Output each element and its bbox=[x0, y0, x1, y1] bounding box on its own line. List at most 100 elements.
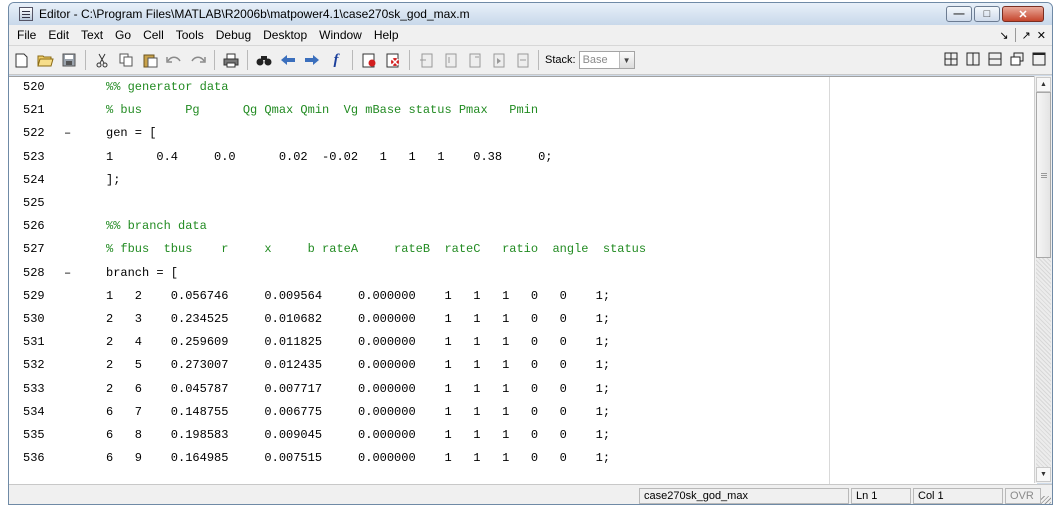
code-line[interactable]: 526 %% branch data bbox=[9, 217, 1029, 236]
code-comment: %% branch data bbox=[106, 219, 207, 234]
print-icon[interactable] bbox=[221, 50, 241, 70]
scroll-thumb[interactable] bbox=[1036, 92, 1051, 258]
menu-debug[interactable]: Debug bbox=[210, 25, 257, 45]
code-text: ]; bbox=[106, 172, 121, 187]
clear-breakpoint-icon[interactable] bbox=[383, 50, 403, 70]
dock-arrow-icon[interactable]: ↘ bbox=[999, 29, 1008, 42]
maximize-document-icon[interactable] bbox=[1030, 50, 1048, 68]
scroll-down-icon[interactable]: ▼ bbox=[1036, 467, 1051, 482]
cut-icon[interactable] bbox=[92, 50, 112, 70]
code-text: gen = [ bbox=[106, 126, 157, 141]
chevron-down-icon[interactable]: ▼ bbox=[618, 52, 634, 68]
menu-text[interactable]: Text bbox=[75, 25, 109, 45]
tile-vertical-icon[interactable] bbox=[964, 50, 982, 68]
code-line[interactable]: 521 % bus Pg Qg Qmax Qmin Vg mBase status… bbox=[9, 101, 1029, 120]
function-glyph: f bbox=[333, 51, 339, 68]
breakpoint-dash[interactable]: – bbox=[64, 264, 76, 283]
menu-tools[interactable]: Tools bbox=[170, 25, 210, 45]
code-line[interactable]: 528 – branch = [ bbox=[9, 264, 1029, 283]
code-line[interactable]: 524]; bbox=[9, 171, 1029, 190]
code-line[interactable]: 536 6 9 0.164985 0.007515 0.000000 1 1 1 … bbox=[9, 449, 1029, 468]
redo-icon[interactable] bbox=[188, 50, 208, 70]
code-line[interactable]: 535 6 8 0.198583 0.009045 0.000000 1 1 1 … bbox=[9, 426, 1029, 445]
code-line[interactable]: 530 2 3 0.234525 0.010682 0.000000 1 1 1 … bbox=[9, 310, 1029, 329]
toolbar-separator bbox=[409, 50, 410, 70]
menu-window[interactable]: Window bbox=[313, 25, 368, 45]
menu-cell[interactable]: Cell bbox=[137, 25, 170, 45]
find-icon[interactable] bbox=[254, 50, 274, 70]
step-icon[interactable] bbox=[416, 50, 436, 70]
menu-edit[interactable]: Edit bbox=[42, 25, 75, 45]
paste-icon[interactable] bbox=[140, 50, 160, 70]
code-text: 2 5 0.273007 0.012435 0.000000 1 1 1 0 0… bbox=[106, 358, 611, 373]
undo-icon[interactable] bbox=[164, 50, 184, 70]
minimize-button[interactable]: — bbox=[946, 6, 972, 22]
line-number: 523 bbox=[23, 149, 45, 164]
layout-buttons bbox=[942, 50, 1048, 68]
code-text: 1 2 0.056746 0.009564 0.000000 1 1 1 0 0… bbox=[106, 288, 611, 303]
scroll-up-icon[interactable]: ▲ bbox=[1036, 77, 1051, 92]
code-text: 6 8 0.198583 0.009045 0.000000 1 1 1 0 0… bbox=[106, 428, 611, 442]
code-line[interactable]: 520 %% generator data bbox=[9, 78, 1029, 97]
menu-help[interactable]: Help bbox=[368, 25, 405, 45]
code-line[interactable]: 523 1 0.4 0.0 0.02 -0.02 1 1 1 0.38 0; bbox=[9, 148, 1029, 167]
code-text: 6 9 0.164985 0.007515 0.000000 1 1 1 0 0… bbox=[106, 451, 611, 466]
menu-close-icon[interactable]: ✕ bbox=[1037, 29, 1046, 42]
resize-grip[interactable] bbox=[1041, 496, 1051, 504]
maximize-icon: □ bbox=[983, 8, 991, 20]
code-editor[interactable]: 520 %% generator data 521 % bus Pg Qg Qmax … bbox=[9, 76, 1037, 484]
line-number: 532 bbox=[23, 358, 45, 373]
code-line[interactable]: 527 % fbus tbus r x b rateA rateB rateC r… bbox=[9, 240, 1029, 259]
toolbar: f Stack: Base ▼ bbox=[9, 46, 1052, 75]
undock-icon[interactable]: ↗ bbox=[1022, 29, 1031, 42]
stack-select[interactable]: Base ▼ bbox=[578, 51, 635, 69]
continue-icon[interactable] bbox=[488, 50, 508, 70]
open-folder-icon[interactable] bbox=[35, 50, 55, 70]
toolbar-separator bbox=[85, 50, 86, 70]
code-line[interactable]: 531 2 4 0.259609 0.011825 0.000000 1 1 1 … bbox=[9, 333, 1029, 352]
line-number: 524 bbox=[23, 172, 45, 187]
step-out-icon[interactable] bbox=[464, 50, 484, 70]
line-number: 527 bbox=[23, 242, 45, 257]
line-number: 535 bbox=[23, 428, 45, 442]
menu-file[interactable]: File bbox=[9, 25, 42, 45]
stack-label: Stack: bbox=[545, 54, 576, 66]
code-line[interactable]: 522 – gen = [ bbox=[9, 124, 1029, 143]
breakpoint-dash[interactable]: – bbox=[64, 124, 76, 143]
step-in-icon[interactable] bbox=[440, 50, 460, 70]
title-bar[interactable]: Editor - C:\Program Files\MATLAB\R2006b\… bbox=[9, 3, 1052, 25]
line-number: 536 bbox=[23, 451, 45, 466]
toolbar-separator bbox=[538, 50, 539, 70]
code-line[interactable]: 533 2 6 0.045787 0.007717 0.000000 1 1 1 … bbox=[9, 380, 1029, 399]
close-button[interactable]: ✕ bbox=[1002, 6, 1044, 22]
stack-select-value: Base bbox=[582, 54, 608, 66]
new-file-icon[interactable] bbox=[11, 50, 31, 70]
menu-right-controls: ↘ ↗ ✕ bbox=[999, 25, 1046, 45]
code-line[interactable]: 529 1 2 0.056746 0.009564 0.000000 1 1 1 … bbox=[9, 287, 1029, 306]
copy-icon[interactable] bbox=[116, 50, 136, 70]
save-icon[interactable] bbox=[59, 50, 79, 70]
maximize-button[interactable]: □ bbox=[974, 6, 1000, 22]
window-title: Editor - C:\Program Files\MATLAB\R2006b\… bbox=[39, 7, 470, 21]
code-line[interactable]: 525 bbox=[9, 194, 1029, 213]
forward-icon[interactable] bbox=[302, 50, 322, 70]
code-line[interactable]: 532 2 5 0.273007 0.012435 0.000000 1 1 1 … bbox=[9, 356, 1029, 375]
menu-go[interactable]: Go bbox=[109, 25, 137, 45]
status-overwrite: OVR bbox=[1005, 488, 1041, 504]
exit-debug-icon[interactable] bbox=[512, 50, 532, 70]
function-icon[interactable]: f bbox=[326, 50, 346, 70]
code-text: branch = [ bbox=[106, 265, 179, 280]
line-number: 528 bbox=[23, 265, 45, 280]
toolbar-separator bbox=[352, 50, 353, 70]
status-column: Col 1 bbox=[913, 488, 1003, 504]
tile-grid-icon[interactable] bbox=[942, 50, 960, 68]
set-breakpoint-icon[interactable] bbox=[359, 50, 379, 70]
menu-separator bbox=[1014, 28, 1016, 42]
tile-horizontal-icon[interactable] bbox=[986, 50, 1004, 68]
back-icon[interactable] bbox=[278, 50, 298, 70]
code-line[interactable]: 534 6 7 0.148755 0.006775 0.000000 1 1 1 … bbox=[9, 403, 1029, 422]
float-window-icon[interactable] bbox=[1008, 50, 1026, 68]
vertical-scrollbar[interactable]: ▲ ▼ bbox=[1034, 76, 1052, 483]
code-text: 6 7 0.148755 0.006775 0.000000 1 1 1 0 0… bbox=[106, 404, 611, 419]
menu-desktop[interactable]: Desktop bbox=[257, 25, 313, 45]
